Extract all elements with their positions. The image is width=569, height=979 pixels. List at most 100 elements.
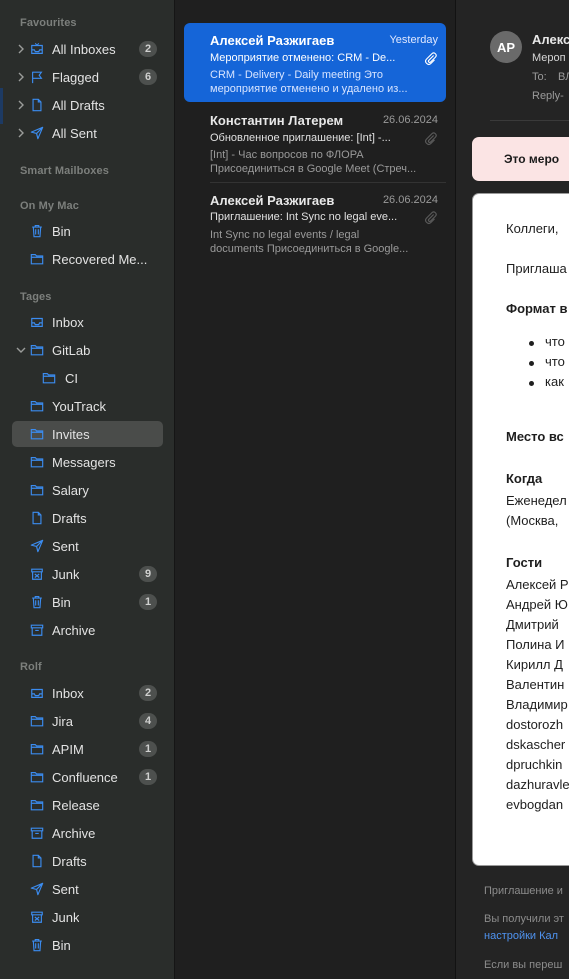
sidebar-item-tages-sent[interactable]: Sent — [12, 533, 163, 559]
body-bullet-item: что — [545, 334, 565, 349]
sidebar-item-label: Jira — [52, 713, 73, 729]
sidebar-item-flagged[interactable]: Flagged 6 — [12, 64, 163, 90]
sidebar-item-rolf-drafts[interactable]: Drafts — [12, 848, 163, 874]
sidebar-item-label: APIM — [52, 741, 84, 757]
message-date: Yesterday — [389, 34, 438, 46]
paperplane-icon — [29, 533, 45, 559]
message-row[interactable]: Алексей Разжигаев 26.06.2024 Приглашение… — [184, 183, 446, 262]
reader-sender-name[interactable]: Алекс — [532, 32, 569, 47]
message-preview-line: documents Присоединиться в Google... — [210, 243, 409, 255]
guest-email: evbogdan — [506, 797, 564, 812]
folder-icon — [29, 477, 45, 503]
chevron-right-icon[interactable] — [16, 92, 26, 118]
sidebar-item-tages-inbox[interactable]: Inbox — [12, 309, 163, 335]
reader-subject: Мероп — [532, 52, 566, 64]
sidebar-item-all-inboxes[interactable]: All Inboxes 2 — [12, 36, 163, 62]
trash-icon — [29, 589, 45, 615]
folder-icon — [29, 421, 45, 447]
sidebar-item-label: Inbox — [52, 314, 84, 330]
message-row[interactable]: Алексей Разжигаев Yesterday Мероприятие … — [184, 23, 446, 102]
sidebar-item-rolf-archive[interactable]: Archive — [12, 820, 163, 846]
folder-icon — [29, 337, 45, 363]
sidebar-item-tages-drafts[interactable]: Drafts — [12, 505, 163, 531]
body-format-heading: Формат в — [506, 301, 568, 316]
paperclip-icon — [424, 52, 438, 66]
sidebar-item-label: Messagers — [52, 454, 116, 470]
chevron-right-icon[interactable] — [16, 64, 26, 90]
body-guests-heading: Гости — [506, 555, 543, 570]
sidebar-item-label: Archive — [52, 825, 96, 841]
sidebar-item-release[interactable]: Release — [12, 792, 163, 818]
junk-icon — [29, 904, 45, 930]
message-subject: Мероприятие отменено: CRM - De... — [210, 52, 396, 64]
folder-icon — [29, 792, 45, 818]
footer-received-note: Вы получили эт — [484, 913, 564, 925]
guest-name: Владимир — [506, 697, 568, 712]
sidebar-item-rolf-sent[interactable]: Sent — [12, 876, 163, 902]
inbox-icon — [29, 36, 45, 62]
chevron-down-icon[interactable] — [16, 337, 26, 363]
sidebar-item-messagers[interactable]: Messagers — [12, 449, 163, 475]
guest-name: Дмитрий — [506, 617, 559, 632]
folder-icon — [29, 736, 45, 762]
sidebar-item-tages-archive[interactable]: Archive — [12, 617, 163, 643]
sidebar-item-recovered[interactable]: Recovered Me... — [12, 246, 163, 272]
sidebar-item-tages-junk[interactable]: Junk 9 — [12, 561, 163, 587]
section-title-rolf[interactable]: Rolf — [20, 661, 42, 673]
sidebar-item-all-sent[interactable]: All Sent — [12, 120, 163, 146]
sidebar-item-tages-bin[interactable]: Bin 1 — [12, 589, 163, 615]
sidebar-item-label: Recovered Me... — [52, 251, 148, 267]
sidebar-item-all-drafts[interactable]: All Drafts — [12, 92, 163, 118]
body-bullet-item: как — [545, 374, 564, 389]
section-title-on-my-mac[interactable]: On My Mac — [20, 200, 79, 212]
sidebar-item-invites[interactable]: Invites — [12, 421, 163, 447]
sidebar-item-label: Sent — [52, 881, 79, 897]
section-title-tages[interactable]: Tages — [20, 291, 51, 303]
chevron-right-icon[interactable] — [16, 120, 26, 146]
sidebar-item-ci[interactable]: CI — [12, 365, 163, 391]
message-preview-line: мероприятие отменено и удалено из... — [210, 83, 408, 95]
header-divider — [490, 120, 569, 121]
body-when-line: (Москва, — [506, 513, 559, 528]
sidebar-item-apim[interactable]: APIM 1 — [12, 736, 163, 762]
guest-email: dostorozh — [506, 717, 564, 732]
message-subject: Обновленное приглашение: [Int] -... — [210, 132, 391, 144]
inbox-icon — [29, 309, 45, 335]
body-greeting: Коллеги, — [506, 221, 559, 236]
chevron-right-icon[interactable] — [16, 36, 26, 62]
sidebar-item-label: Junk — [52, 909, 80, 925]
sidebar-item-rolf-bin[interactable]: Bin — [12, 932, 163, 958]
sidebar-item-salary[interactable]: Salary — [12, 477, 163, 503]
body-intro: Приглаша — [506, 261, 567, 276]
section-title-smart-mailboxes[interactable]: Smart Mailboxes — [20, 165, 109, 177]
folder-icon — [29, 246, 45, 272]
sidebar-item-jira[interactable]: Jira 4 — [12, 708, 163, 734]
trash-icon — [29, 932, 45, 958]
sidebar-item-gitlab[interactable]: GitLab — [12, 337, 163, 363]
paperclip-icon — [424, 132, 438, 146]
flag-icon — [29, 64, 45, 90]
sidebar-item-confluence[interactable]: Confluence 1 — [12, 764, 163, 790]
sidebar-item-youtrack[interactable]: YouTrack — [12, 393, 163, 419]
message-reader: AP Алекс Мероп To: ВЛ Reply- Это меро Ко… — [456, 0, 569, 979]
unread-count-badge: 4 — [139, 713, 157, 729]
reader-to-value[interactable]: ВЛ — [558, 71, 569, 83]
sidebar-item-rolf-inbox[interactable]: Inbox 2 — [12, 680, 163, 706]
body-when-line: Еженедел — [506, 493, 567, 508]
sidebar-item-label: Archive — [52, 622, 96, 638]
sidebar-item-label: All Inboxes — [52, 41, 116, 57]
archive-icon — [29, 617, 45, 643]
sidebar-selection-accent — [0, 88, 3, 124]
invitation-body-card: Коллеги, Приглаша Формат в что что как М… — [472, 193, 569, 866]
sidebar-item-bin-local[interactable]: Bin — [12, 218, 163, 244]
document-icon — [29, 92, 45, 118]
sidebar-item-rolf-junk[interactable]: Junk — [12, 904, 163, 930]
cancellation-banner: Это меро — [472, 137, 569, 181]
message-row[interactable]: Константин Латерем 26.06.2024 Обновленно… — [184, 103, 446, 182]
sidebar-item-label: Bin — [52, 937, 71, 953]
message-preview: Int Sync no legal events / legal documen… — [210, 228, 438, 256]
message-sender: Алексей Разжигаев — [210, 33, 335, 48]
sidebar-item-label: Bin — [52, 223, 71, 239]
message-preview-line: CRM - Delivery - Daily meeting Это — [210, 69, 383, 81]
calendar-settings-link[interactable]: настройки Кал — [484, 930, 558, 942]
